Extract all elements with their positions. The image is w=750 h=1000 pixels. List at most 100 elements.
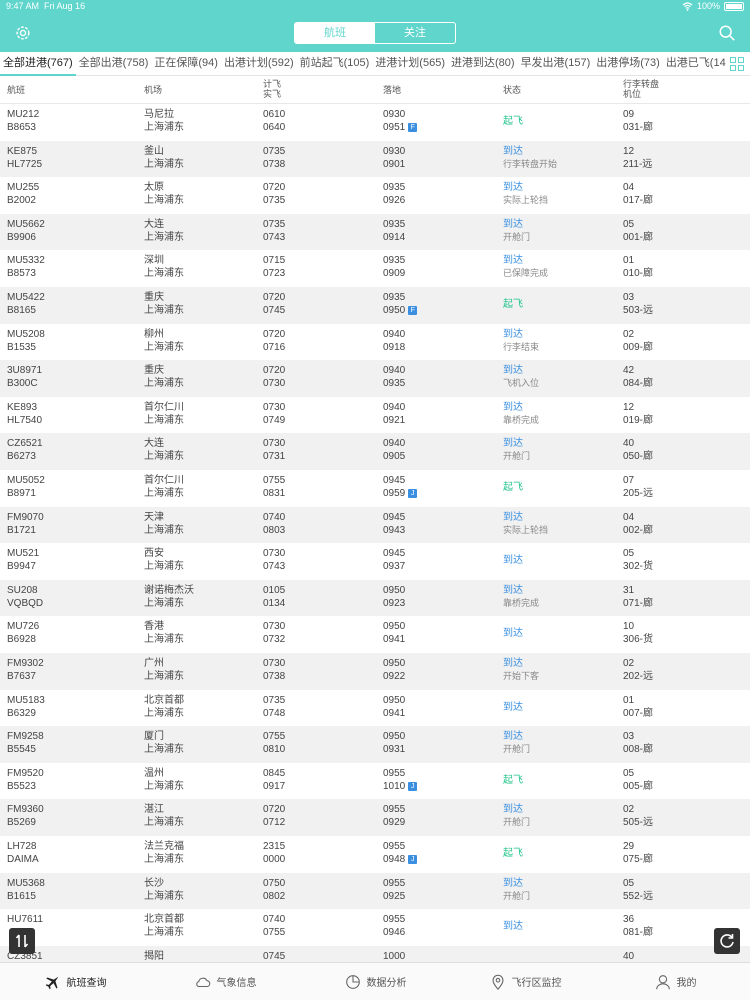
status-cell: 到达 开始下客	[503, 657, 539, 683]
search-icon[interactable]	[718, 24, 736, 42]
flight-status: 到达	[503, 145, 523, 157]
flight-follow-segmented-control[interactable]: 航班 关注	[294, 22, 456, 44]
planned-landing: 0950	[383, 658, 406, 669]
table-row[interactable]: KE875 HL7725 釜山 上海浦东 0735 0738 0930 0901 到达 行李转盘开…	[0, 140, 750, 178]
grid-icon[interactable]	[730, 57, 744, 71]
filter-tab[interactable]: 出港计划(592)	[221, 52, 297, 76]
sort-toggle-button[interactable]	[9, 928, 35, 954]
flight-cell: CZ6521 B6273	[7, 437, 43, 463]
table-row[interactable]: MU5368 B1615 长沙 上海浦东 0750 0802 0955 0925 到达 开舱门 05…	[0, 872, 750, 910]
destination-airport: 上海浦东	[144, 524, 184, 536]
table-row[interactable]: MU5422 B8165 重庆 上海浦东 0720 0745 0935 0950 F 起飞 03 50…	[0, 287, 750, 324]
table-row[interactable]: HU7611 北京首都 上海浦东 0740 0755 0955 0946 到达 36 081-廊	[0, 909, 750, 946]
actual-departure: 0749	[263, 414, 286, 426]
airport-cell: 柳州 上海浦东	[144, 328, 184, 354]
tab-weather[interactable]: 气象信息	[150, 963, 300, 1000]
table-row[interactable]: FM9302 B7637 广州 上海浦东 0730 0738 0950 0922 到达 开始下客 0…	[0, 653, 750, 690]
actual-landing: 0925	[383, 890, 406, 902]
landing-time-cell: 0955 0948 J	[383, 840, 418, 866]
table-row[interactable]: MU5662 B9906 大连 上海浦东 0735 0743 0935 0914 到达 开舱门 05…	[0, 213, 750, 251]
gear-icon[interactable]	[14, 24, 32, 42]
aircraft-registration: B6273	[7, 451, 36, 463]
airplane-icon	[45, 976, 58, 989]
table-row[interactable]: 3U8971 B300C 重庆 上海浦东 0720 0730 0940 0935 到达 飞机入位 4…	[0, 360, 750, 397]
parking-stand: 084-廊	[623, 378, 654, 390]
table-row[interactable]: MU5052 B8971 首尔仁川 上海浦东 0755 0831 0945 0959 J 起飞 07…	[0, 470, 750, 507]
actual-landing: 0950	[383, 305, 406, 316]
parking-stand: 019-廊	[623, 414, 654, 426]
filter-tab[interactable]: 全部出港(758)	[76, 52, 152, 76]
table-row[interactable]: MU212 B8653 马尼拉 上海浦东 0610 0640 0930 0951 F 起飞 09 03…	[0, 104, 750, 141]
planned-landing: 0950	[383, 694, 406, 706]
battery-percent: 100%	[696, 1, 720, 11]
table-row[interactable]: CZ3851 揭阳 0745 1000 40	[0, 945, 750, 962]
landing-time-cell: 0940 0918	[383, 328, 405, 354]
actual-landing: 0929	[383, 817, 406, 829]
landing-time-cell: 0935 0909	[383, 254, 405, 280]
destination-airport: 上海浦东	[144, 671, 184, 682]
flight-list[interactable]: MU212 B8653 马尼拉 上海浦东 0610 0640 0930 0951 F 起飞 09 03…	[0, 104, 750, 962]
filter-tab[interactable]: 出港停场(73)	[593, 52, 663, 76]
table-row[interactable]: LH728 DAIMA 法兰克福 上海浦东 2315 0000 0955 0948 J 起飞 29 0…	[0, 836, 750, 873]
table-row[interactable]: KE893 HL7540 首尔仁川 上海浦东 0730 0749 0940 0921 到达 靠桥完…	[0, 397, 750, 434]
filter-tab[interactable]: 早发出港(157)	[518, 52, 594, 76]
filter-tab[interactable]: 进港计划(565)	[372, 52, 448, 76]
table-row[interactable]: FM9520 B5523 温州 上海浦东 0845 0917 0955 1010 J 起飞 05 00…	[0, 763, 750, 800]
baggage-belt: 12	[623, 401, 635, 413]
segment-follow[interactable]: 关注	[375, 23, 455, 43]
table-row[interactable]: FM9070 B1721 天津 上海浦东 0740 0803 0945 0943 到达 实际上轮挡…	[0, 506, 750, 544]
status-detail: 行李结束	[503, 341, 540, 352]
actual-landing: 0941	[383, 707, 406, 719]
actual-landing: 0901	[383, 158, 406, 170]
landing-time-cell: 0950 0931	[383, 730, 405, 756]
table-row[interactable]: FM9360 B5269 湛江 上海浦东 0720 0712 0955 0929 到达 开舱门 02…	[0, 799, 750, 836]
table-row[interactable]: MU5183 B6329 北京首都 上海浦东 0735 0748 0950 0941 到达 01 0…	[0, 690, 750, 727]
table-row[interactable]: MU521 B9947 西安 上海浦东 0730 0743 0945 0937 到达 05 302-…	[0, 543, 750, 580]
table-row[interactable]: SU208 VQBQD 谢诺梅杰沃 上海浦东 0105 0134 0950 0923 到达 靠桥完…	[0, 579, 750, 617]
status-cell: 到达 开舱门	[503, 803, 530, 829]
parking-stand: 075-廊	[623, 854, 654, 865]
status-detail: 开始下客	[503, 671, 540, 681]
baggage-belt: 42	[623, 365, 635, 377]
parking-stand: 205-远	[623, 488, 654, 499]
table-row[interactable]: MU5332 B8573 深圳 上海浦东 0715 0723 0935 0909 到达 已保障完成…	[0, 250, 750, 287]
refresh-button[interactable]	[714, 928, 740, 954]
location-icon	[492, 974, 503, 990]
departure-time-cell: 0755 0810	[263, 730, 285, 756]
filter-tab[interactable]: 正在保障(94)	[151, 52, 221, 76]
destination-airport: 上海浦东	[144, 195, 184, 207]
status-detail: 实际上轮挡	[503, 195, 549, 206]
landing-badge: F	[408, 306, 418, 315]
departure-time-cell: 2315 0000	[263, 840, 285, 866]
table-row[interactable]: FM9258 B5545 厦门 上海浦东 0755 0810 0950 0931 到达 开舱门 03…	[0, 726, 750, 763]
segment-flight[interactable]: 航班	[295, 23, 375, 43]
origin-airport: 西安	[144, 548, 164, 560]
filter-tab[interactable]: 前站起飞(105)	[297, 52, 373, 76]
tab-airfield-monitor[interactable]: 飞行区监控	[450, 963, 600, 1000]
tab-flight-query[interactable]: 航班查询	[0, 963, 150, 1000]
airport-cell: 西安 上海浦东	[144, 547, 184, 573]
table-row[interactable]: MU5208 B1535 柳州 上海浦东 0720 0716 0940 0918 到达 行李结束 0…	[0, 324, 750, 361]
flight-cell: LH728 DAIMA	[7, 840, 39, 866]
departure-time-cell: 0720 0712	[263, 803, 285, 829]
table-row[interactable]: MU255 B2002 太原 上海浦东 0720 0735 0935 0926 到达 实际上轮挡 0…	[0, 177, 750, 214]
origin-airport: 湛江	[144, 804, 164, 816]
departure-time-cell: 0730 0749	[263, 401, 285, 427]
departure-time-cell: 0105 0134	[263, 584, 285, 610]
filter-tab[interactable]: 进港到达(80)	[448, 52, 518, 76]
flight-status: 到达	[503, 628, 523, 640]
actual-departure: 0000	[263, 854, 286, 865]
table-row[interactable]: MU726 B6928 香港 上海浦东 0730 0732 0950 0941 到达 10 306-…	[0, 616, 750, 653]
airport-cell: 香港 上海浦东	[144, 620, 184, 646]
tab-mine[interactable]: 我的	[600, 963, 750, 1000]
flight-cell: 3U8971 B300C	[7, 364, 42, 390]
filter-tab[interactable]: 出港已飞(148)	[663, 52, 726, 76]
landing-badge: J	[408, 855, 418, 864]
table-row[interactable]: CZ6521 B6273 大连 上海浦东 0730 0731 0940 0905 到达 开舱门 40…	[0, 433, 750, 470]
belt-stand-cell: 40	[623, 950, 634, 962]
destination-airport: 上海浦东	[144, 488, 184, 499]
flight-cell: FM9302 B7637	[7, 657, 44, 683]
airport-cell: 马尼拉 上海浦东	[144, 108, 184, 134]
filter-tab[interactable]: 全部进港(767)	[0, 52, 76, 76]
tab-data-analysis[interactable]: 数据分析	[300, 963, 450, 1000]
